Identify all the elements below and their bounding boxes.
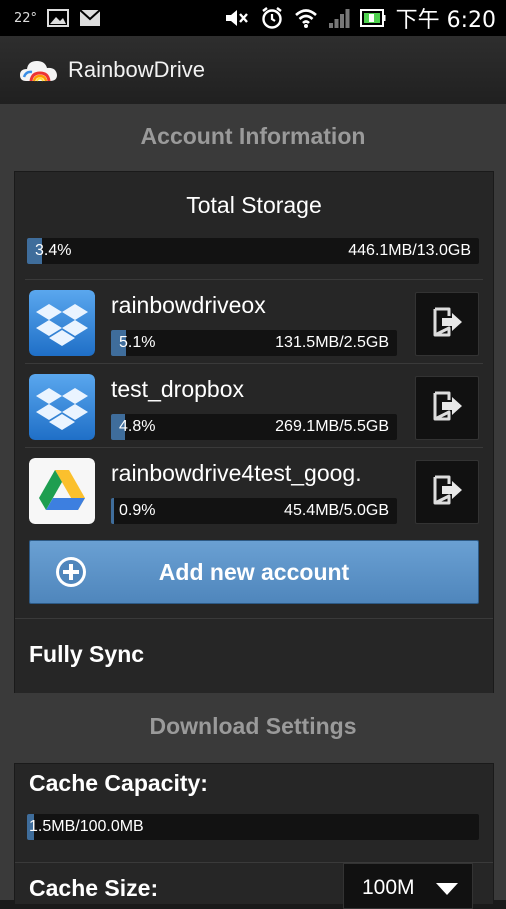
- cache-capacity-label: Cache Capacity:: [29, 770, 208, 796]
- account-row-test-dropbox[interactable]: test_dropbox 4.8% 269.1MB/5.5GB: [15, 363, 493, 448]
- cache-size-row: Cache Size: 100M: [15, 862, 493, 909]
- image-icon: [47, 9, 70, 27]
- logout-button[interactable]: [415, 376, 479, 440]
- account-storage-usage: 131.5MB/2.5GB: [275, 334, 389, 351]
- account-storage-percent: 0.9%: [119, 502, 156, 519]
- logout-icon: [429, 388, 465, 428]
- account-information-card: Total Storage 3.4% 446.1MB/13.0GB rainbo…: [14, 171, 494, 693]
- settings-content[interactable]: Account Information Total Storage 3.4% 4…: [0, 105, 506, 909]
- app-header: RainbowDrive: [0, 36, 506, 105]
- cache-size-value: 100M: [362, 876, 415, 899]
- cache-capacity-bar: 1.5MB/100.0MB: [27, 814, 479, 840]
- logout-button[interactable]: [415, 460, 479, 524]
- logout-icon: [429, 472, 465, 512]
- add-new-account-label: Add new account: [158, 558, 350, 585]
- logout-button[interactable]: [415, 292, 479, 356]
- dropbox-icon: [29, 290, 95, 356]
- clock-text: 下午 6:20: [395, 8, 496, 33]
- total-storage-usage: 446.1MB/13.0GB: [348, 242, 471, 259]
- wifi-icon: [294, 7, 318, 29]
- cache-size-label: Cache Size:: [29, 875, 159, 901]
- google-drive-icon: [29, 458, 95, 524]
- account-name: rainbowdrive4test_goog.: [111, 460, 362, 486]
- account-storage-usage: 269.1MB/5.5GB: [275, 418, 389, 435]
- account-row-rainbowdriveox[interactable]: rainbowdriveox 5.1% 131.5MB/2.5GB: [15, 279, 493, 364]
- temperature-text: 22°: [14, 10, 38, 26]
- download-settings-heading: Download Settings: [149, 713, 357, 739]
- total-storage-bar: 3.4% 446.1MB/13.0GB: [27, 238, 479, 264]
- signal-icon: [328, 7, 350, 29]
- cache-capacity-usage: 1.5MB/100.0MB: [29, 818, 144, 835]
- account-storage-percent: 5.1%: [119, 334, 156, 351]
- account-storage-bar: 5.1% 131.5MB/2.5GB: [111, 330, 397, 356]
- download-settings-card: Cache Capacity: 1.5MB/100.0MB Cache Size…: [14, 763, 494, 909]
- account-storage-percent: 4.8%: [119, 418, 156, 435]
- account-row-google-drive[interactable]: rainbowdrive4test_goog. 0.9% 45.4MB/5.0G…: [15, 447, 493, 532]
- dropbox-icon: [29, 374, 95, 440]
- mute-icon: [224, 7, 250, 29]
- fully-sync-label: Fully Sync: [29, 641, 145, 667]
- battery-icon: [359, 8, 386, 28]
- dropdown-arrow-icon: [436, 880, 458, 899]
- app-title: RainbowDrive: [68, 57, 205, 82]
- fully-sync-row[interactable]: Fully Sync: [15, 618, 493, 693]
- total-storage-percent: 3.4%: [35, 242, 72, 259]
- account-storage-usage: 45.4MB/5.0GB: [284, 502, 389, 519]
- logout-icon: [429, 304, 465, 344]
- account-name: test_dropbox: [111, 376, 244, 402]
- total-storage-label: Total Storage: [186, 192, 322, 218]
- add-new-account-button[interactable]: Add new account: [29, 540, 479, 604]
- cache-size-dropdown[interactable]: 100M: [343, 863, 473, 909]
- account-storage-bar: 4.8% 269.1MB/5.5GB: [111, 414, 397, 440]
- gmail-icon: [79, 9, 101, 27]
- status-bar: 22° 下午 6:20: [0, 0, 506, 36]
- account-information-heading: Account Information: [140, 123, 366, 149]
- account-storage-bar-fill: [111, 498, 114, 524]
- rainbow-cloud-logo-icon: [18, 53, 60, 87]
- alarm-icon: [260, 6, 284, 30]
- account-name: rainbowdriveox: [111, 292, 266, 318]
- account-storage-bar: 0.9% 45.4MB/5.0GB: [111, 498, 397, 524]
